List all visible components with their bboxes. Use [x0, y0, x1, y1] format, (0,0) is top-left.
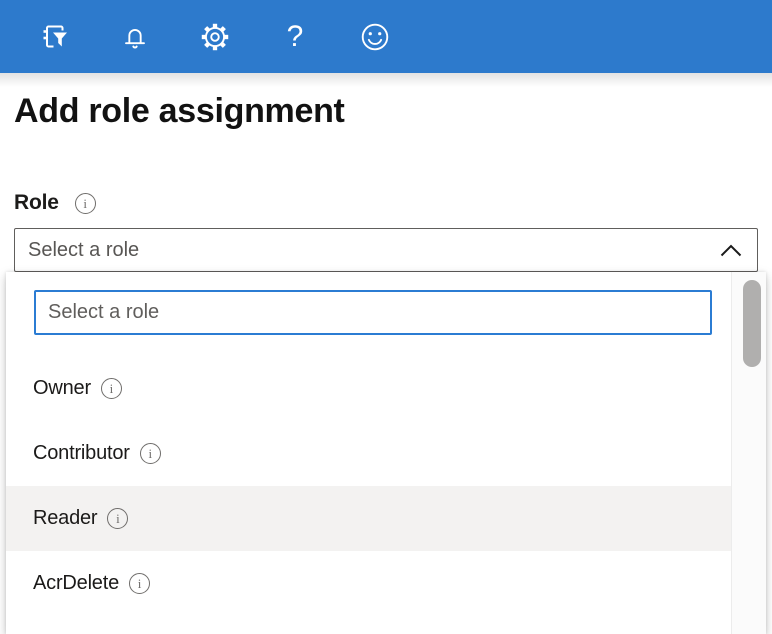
directory-filter-icon — [37, 19, 73, 55]
feedback-button[interactable] — [353, 9, 397, 65]
notifications-button[interactable] — [113, 9, 157, 65]
chevron-up-icon — [720, 244, 742, 257]
role-options-list: Owner Contributor Reader AcrDelete — [6, 356, 731, 616]
settings-button[interactable] — [193, 9, 237, 65]
reader-info-icon[interactable] — [107, 508, 128, 529]
role-field-label-row: Role — [14, 191, 772, 215]
role-dropdown-flyout: Owner Contributor Reader AcrDelete — [6, 272, 766, 634]
role-label: Role — [14, 191, 59, 215]
option-label: AcrDelete — [33, 572, 119, 595]
azure-portal-screen: ? Add role assignment Role Select a role — [0, 0, 772, 634]
header-shadow — [0, 73, 772, 87]
option-contributor[interactable]: Contributor — [6, 421, 731, 486]
owner-info-icon[interactable] — [101, 378, 122, 399]
role-search-input[interactable] — [34, 290, 712, 335]
option-acrdelete[interactable]: AcrDelete — [6, 551, 731, 616]
acrdelete-info-icon[interactable] — [129, 573, 150, 594]
option-owner[interactable]: Owner — [6, 356, 731, 421]
gear-icon — [198, 20, 232, 54]
option-reader[interactable]: Reader — [6, 486, 731, 551]
page-title: Add role assignment — [14, 91, 772, 131]
help-button[interactable]: ? — [273, 9, 317, 65]
contributor-info-icon[interactable] — [140, 443, 161, 464]
flyout-scrollbar-track[interactable] — [731, 272, 766, 634]
top-bar: ? — [0, 0, 772, 73]
option-label: Reader — [33, 507, 97, 530]
option-label: Contributor — [33, 442, 130, 465]
bell-icon — [118, 20, 152, 54]
option-label: Owner — [33, 377, 91, 400]
flyout-scrollbar-thumb[interactable] — [743, 280, 761, 367]
role-dropdown[interactable]: Select a role — [14, 228, 758, 272]
role-info-icon[interactable] — [75, 193, 96, 214]
smiley-icon — [358, 20, 392, 54]
directory-filter-button[interactable] — [33, 9, 77, 65]
question-mark-icon: ? — [287, 22, 304, 52]
role-dropdown-value: Select a role — [28, 239, 139, 262]
